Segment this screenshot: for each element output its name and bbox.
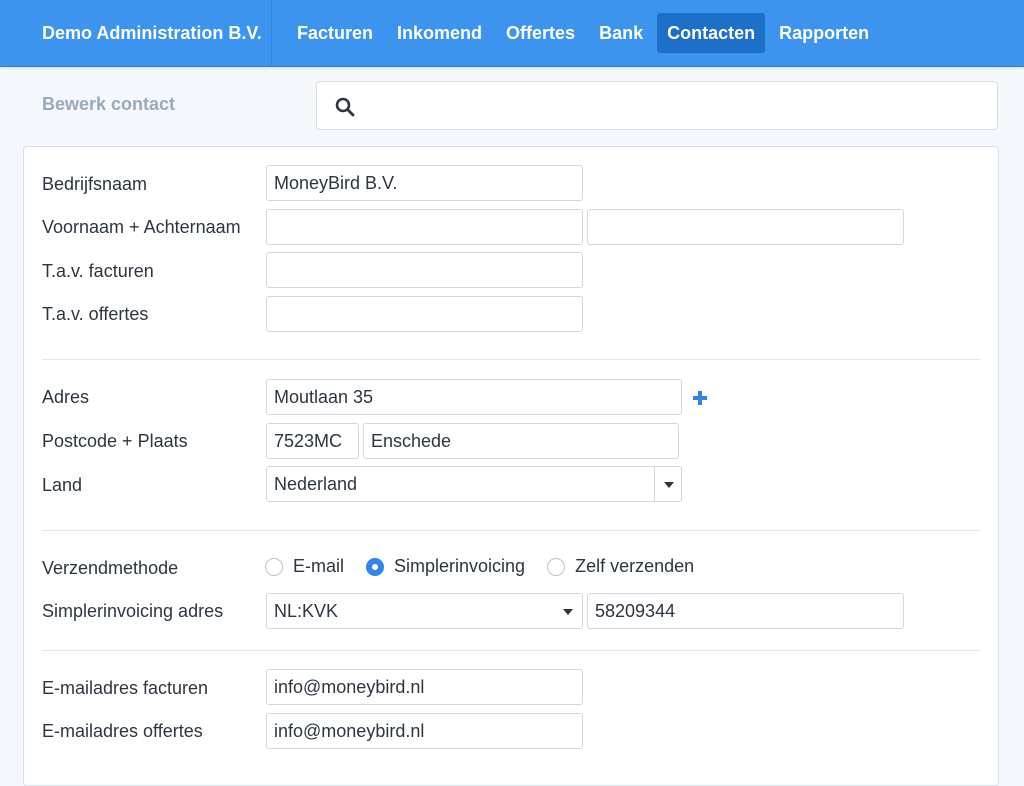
last-name-input[interactable] [587,209,904,245]
nav-item-bank[interactable]: Bank [589,13,653,53]
first-name-input[interactable] [266,209,583,245]
add-address-line-icon[interactable] [692,390,708,406]
delivery-method-label: Verzendmethode [42,558,179,578]
si-address-label: Simplerinvoicing adres [42,601,224,621]
delivery-option-self[interactable]: Zelf verzenden [547,556,694,577]
address-label: Adres [42,387,90,407]
nav-item-inkomend[interactable]: Inkomend [387,13,492,53]
email-invoices-input[interactable] [266,669,583,705]
administration-name[interactable]: Demo Administration B.V. [0,0,272,66]
attn-quotes-input[interactable] [266,296,583,332]
delivery-method-radio-group: E-mail Simplerinvoicing Zelf verzenden [265,556,716,577]
nav-item-facturen[interactable]: Facturen [287,13,383,53]
radio-email[interactable] [265,557,283,576]
radio-simplerinvoicing[interactable] [366,557,385,576]
search-icon[interactable] [335,97,355,117]
section-divider [42,359,980,360]
radio-self-send[interactable] [547,557,566,576]
attn-quotes-label: T.a.v. offertes [42,304,149,324]
company-name-input[interactable] [266,165,583,201]
postcode-input[interactable] [266,423,359,459]
page-title: Bewerk contact [42,94,176,114]
main-nav: Facturen Inkomend Offertes Bank Contacte… [287,13,879,53]
section-divider [42,530,980,531]
country-selected-value: Nederland [274,474,358,494]
name-label: Voornaam + Achternaam [42,217,241,237]
postal-city-label: Postcode + Plaats [42,431,188,451]
si-number-input[interactable] [587,593,904,629]
email-invoices-label: E-mailadres facturen [42,678,209,698]
email-quotes-label: E-mailadres offertes [42,721,203,741]
city-input[interactable] [363,423,679,459]
email-quotes-input[interactable] [266,713,583,749]
si-scheme-selected-value: NL:KVK [274,601,339,621]
chevron-down-icon [563,609,573,615]
delivery-option-simplerinvoicing[interactable]: Simplerinvoicing [366,556,525,577]
country-select[interactable]: Nederland [266,466,682,502]
attn-invoices-label: T.a.v. facturen [42,261,154,281]
nav-item-contacten[interactable]: Contacten [657,13,766,53]
search-input[interactable] [369,90,983,124]
nav-item-rapporten[interactable]: Rapporten [769,13,879,53]
section-divider [42,650,980,651]
top-navigation-bar: Demo Administration B.V. Facturen Inkome… [0,0,1024,67]
si-scheme-select[interactable]: NL:KVK [266,593,583,629]
address-input[interactable] [266,379,682,415]
search-box[interactable] [316,81,998,130]
country-label: Land [42,475,83,495]
chevron-down-icon [664,482,674,488]
company-label: Bedrijfsnaam [42,174,148,194]
attn-invoices-input[interactable] [266,252,583,288]
delivery-option-email[interactable]: E-mail [265,556,344,577]
nav-item-offertes[interactable]: Offertes [496,13,585,53]
